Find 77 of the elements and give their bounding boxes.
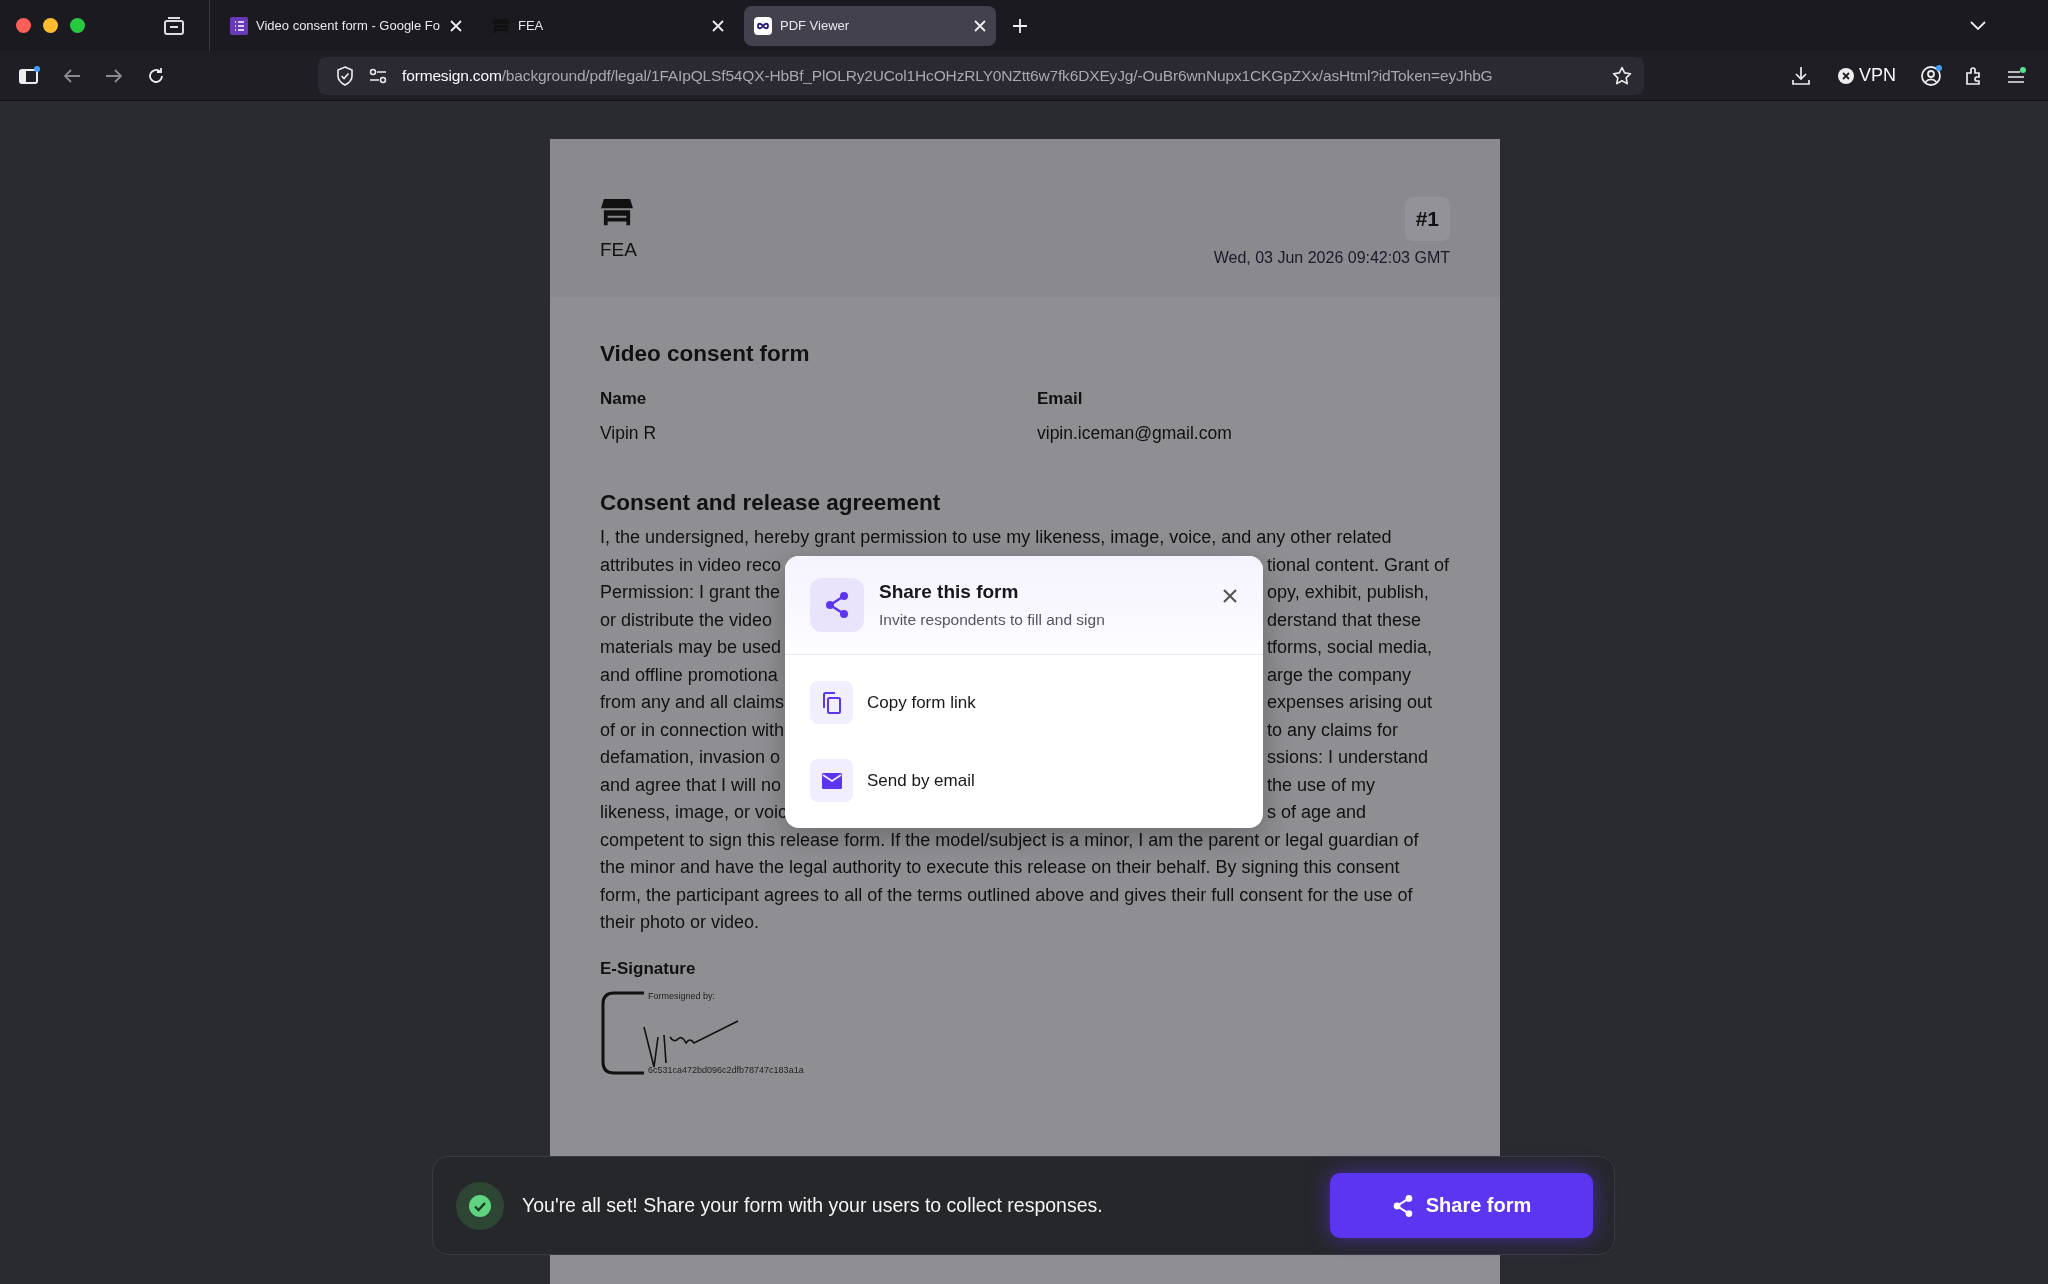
back-arrow-icon[interactable] — [62, 67, 82, 84]
share-option[interactable]: Copy form link — [810, 681, 1238, 724]
paragraph-line: s of age and — [1267, 801, 1367, 824]
sidebar-icon[interactable] — [18, 65, 40, 86]
signature-hash: 6c531ca472bd096c2dfb78747c183a1a — [648, 1064, 804, 1075]
dialog-subtitle: Invite respondents to fill and sign — [879, 611, 1106, 629]
account-icon[interactable] — [1920, 64, 1942, 87]
paragraph-line: arge the company — [1267, 663, 1412, 687]
tab-groups-icon[interactable] — [163, 15, 185, 36]
paragraph-line: defamation, invasion o — [600, 746, 782, 769]
paragraph-line: tforms, social media, — [1267, 636, 1433, 659]
paragraph-line: of or in connection with — [600, 718, 786, 742]
star-icon[interactable] — [1612, 65, 1632, 86]
paragraph-line: to any claims for — [1267, 718, 1399, 742]
toast-message: You're all set! Share your form with your users to collect responses. — [522, 1194, 1103, 1217]
paragraph-line: ssions: I understand — [1267, 746, 1429, 769]
paragraph-line: tional content. Grant of — [1267, 553, 1450, 577]
list-icon — [230, 16, 248, 35]
forward-arrow-icon[interactable] — [104, 67, 124, 84]
close-tab-icon[interactable] — [712, 19, 724, 32]
browser-tab[interactable]: FEA — [482, 5, 734, 46]
paragraph-line: materials may be used — [600, 636, 783, 659]
section-heading: Consent and release agreement — [600, 490, 942, 516]
new-tab-icon[interactable] — [1012, 17, 1028, 34]
field-label: Name — [600, 389, 648, 409]
paragraph-line: their photo or video. — [600, 912, 760, 932]
timestamp: Wed, 03 Jun 2026 09:42:03 GMT — [1213, 249, 1450, 267]
url-text: formesign.com/background/pdf/legal/1FAIpQLSf54QX-HbBf_PlOLRy2UCol1HcOHzRLY0NZtt6w7fk6DXEyJg/-OuBr6wnNupx1CKGpZXx/asHtml?idToken=eyJhbG — [402, 66, 1494, 85]
paragraph-line: I, the undersigned, hereby grant permission to use my likeness, image, voice, and any other related — [600, 527, 1392, 547]
share-option[interactable]: Send by email — [810, 759, 1238, 802]
paragraph-line: or distribute the video — [600, 608, 774, 632]
paragraph-line: competent to sign this release form. If the model/subject is a minor, I am the parent or legal guardian of — [600, 829, 1419, 850]
paragraph-line: Permission: I grant the — [600, 581, 782, 604]
paragraph-line: opy, exhibit, publish, — [1267, 581, 1429, 604]
reload-icon[interactable] — [146, 65, 166, 86]
browser-tab[interactable]: PDF Viewer — [744, 5, 996, 46]
browser-tab[interactable]: Video consent form - Google Fo — [220, 5, 472, 46]
organization-name: FEA — [600, 239, 637, 261]
download-icon[interactable] — [1792, 65, 1810, 86]
vpn-button[interactable]: VPN — [1838, 65, 1896, 86]
field-label: Email — [1037, 389, 1084, 409]
dialog-title: Share this form — [879, 581, 1020, 603]
maximize-window-button[interactable] — [70, 18, 85, 33]
paragraph-line: form, the participant agrees to all of the terms outlined above and gives their full consent for the use of — [600, 884, 1413, 905]
settings-sliders-icon[interactable] — [368, 67, 388, 84]
paragraph-line: and agree that I will no — [600, 773, 783, 797]
paragraph-line: expenses arising out — [1267, 691, 1433, 714]
menu-icon[interactable] — [2006, 65, 2026, 86]
paragraph-line: and offline promotiona — [600, 663, 779, 687]
close-icon[interactable] — [1222, 588, 1238, 604]
share-icon — [1391, 1193, 1414, 1218]
submission-number: #1 — [1404, 197, 1450, 241]
address-bar[interactable]: formesign.com/background/pdf/legal/1FAIpQLSf54QX-HbBf_PlOLRy2UCol1HcOHzRLY0NZtt6w7fk6DXEyJg/-OuBr6wnNupx1CKGpZXx/asHtml?idToken=eyJhbG — [318, 56, 1644, 95]
signature-heading: E-Signature — [600, 958, 697, 979]
close-tab-icon[interactable] — [974, 19, 986, 32]
share-form-button[interactable]: Share form — [1330, 1173, 1593, 1238]
chevron-down-icon[interactable] — [1970, 20, 1986, 31]
paragraph-line: the minor and have the legal authority to execute this release on their behalf. By signing this consent — [600, 857, 1400, 877]
share-icon — [824, 591, 850, 619]
close-tab-icon[interactable] — [450, 19, 462, 32]
paragraph-line: attributes in video reco — [600, 553, 783, 577]
store-icon — [600, 197, 634, 227]
close-window-button[interactable] — [16, 18, 31, 33]
minimize-window-button[interactable] — [43, 18, 58, 33]
paragraph-line: the use of my — [1267, 773, 1376, 797]
infinity-icon — [754, 16, 772, 35]
paragraph-line: from any and all claims — [600, 691, 786, 714]
field-value: vipin.iceman@gmail.com — [1037, 423, 1232, 444]
copy-icon — [821, 691, 842, 714]
field-value: Vipin R — [600, 423, 658, 444]
paragraph-line: derstand that these — [1267, 608, 1422, 632]
check-circle-icon — [456, 1181, 504, 1230]
form-title: Video consent form — [600, 341, 811, 367]
close-circle-icon — [1838, 67, 1854, 84]
shield-icon — [336, 65, 354, 86]
envelope-icon — [820, 771, 843, 790]
signature-caption: Formesigned by: — [648, 990, 716, 1001]
